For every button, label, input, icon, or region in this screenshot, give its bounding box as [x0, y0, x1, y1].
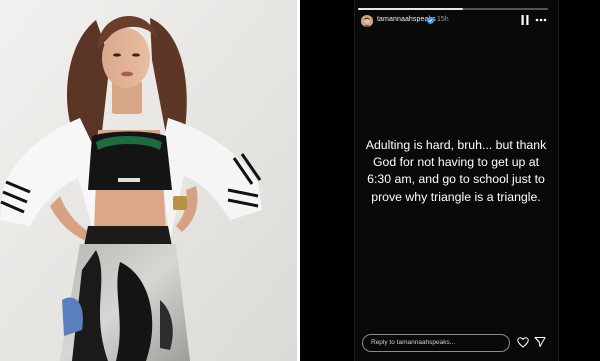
person-photo [0, 0, 297, 361]
story-caption-text: Adulting is hard, bruh... but thank God … [365, 138, 547, 204]
screenshot-canvas: tamannaahspeaks 15h Adulting is hard, br… [0, 0, 600, 361]
story-time-ago: 15h [437, 16, 449, 23]
avatar[interactable] [361, 15, 373, 27]
story-progress-bar [358, 8, 548, 10]
heart-icon[interactable] [517, 337, 529, 348]
story-progress-fill [358, 8, 463, 10]
reply-input[interactable]: Reply to tamannaahspeaks... [362, 334, 510, 352]
person-photo-illustration [0, 0, 297, 361]
verified-badge-icon [427, 17, 434, 24]
more-options-icon[interactable] [535, 17, 547, 23]
pause-icon[interactable] [521, 15, 529, 25]
send-icon[interactable] [534, 336, 546, 348]
